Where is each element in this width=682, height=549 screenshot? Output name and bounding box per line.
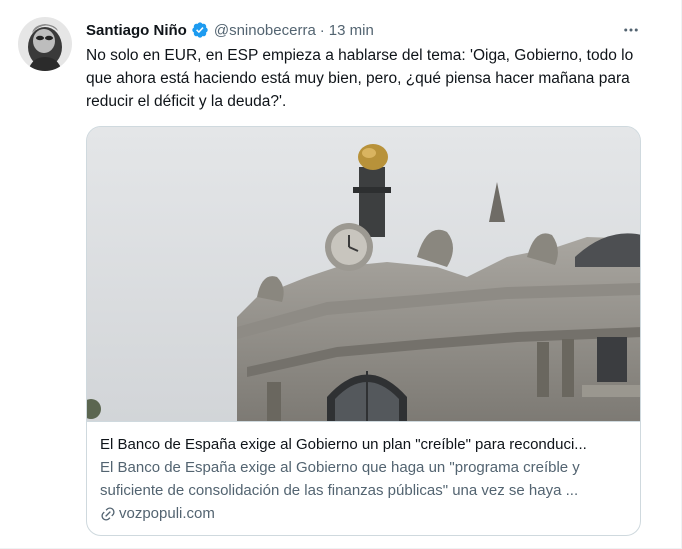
card-domain-text[interactable]: vozpopuli.com [119,503,215,525]
timestamp[interactable]: 13 min [329,22,374,39]
tweet-header: Santiago Niño @sninobecerra · 13 min [86,18,374,42]
tweet[interactable]: Santiago Niño @sninobecerra · 13 min No … [0,0,682,549]
link-card[interactable]: El Banco de España exige al Gobierno un … [86,126,641,536]
separator: · [319,21,325,39]
card-description: El Banco de España exige al Gobierno que… [100,459,580,499]
avatar[interactable] [18,17,72,71]
card-title[interactable]: El Banco de España exige al Gobierno un … [100,434,625,456]
card-body[interactable]: El Banco de España exige al Gobierno un … [87,421,640,535]
more-horizontal-icon[interactable] [619,20,643,40]
link-icon [100,506,116,522]
author-handle[interactable]: @sninobecerra [214,22,316,39]
tweet-text: No solo en EUR, en ESP empieza a hablars… [86,47,634,110]
card-image[interactable] [87,127,640,421]
author-name[interactable]: Santiago Niño [86,22,187,39]
card-domain[interactable]: vozpopuli.com [100,503,215,525]
verified-badge-icon [191,21,209,39]
